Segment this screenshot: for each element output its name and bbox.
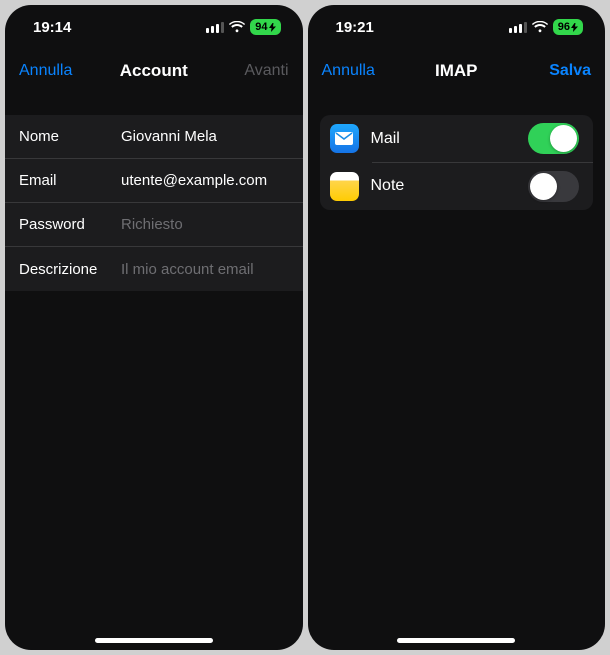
password-label: Password — [19, 216, 121, 233]
password-input[interactable] — [121, 216, 303, 233]
battery-badge: 94 — [250, 19, 280, 35]
status-bar: 19:14 94 — [5, 5, 303, 49]
email-row[interactable]: Email — [5, 159, 303, 203]
mail-row: Mail — [320, 115, 594, 162]
name-input[interactable] — [121, 128, 303, 145]
save-button[interactable]: Salva — [523, 62, 591, 80]
status-time: 19:21 — [336, 19, 374, 36]
status-bar: 19:21 96 — [308, 5, 606, 49]
description-row[interactable]: Descrizione — [5, 247, 303, 291]
mail-toggle[interactable] — [528, 123, 579, 154]
cellular-icon — [206, 22, 224, 33]
description-input[interactable] — [121, 261, 303, 278]
mail-icon — [330, 124, 359, 153]
cancel-button[interactable]: Annulla — [19, 62, 87, 80]
services-list: Mail Note — [320, 115, 594, 210]
email-input[interactable] — [121, 172, 303, 189]
notes-toggle[interactable] — [528, 171, 579, 202]
phone-right: 19:21 96 Annulla IMAP Salva Mail — [308, 5, 606, 650]
notes-row: Note — [320, 163, 594, 210]
mail-label: Mail — [371, 130, 517, 148]
next-button[interactable]: Avanti — [221, 62, 289, 80]
home-indicator[interactable] — [397, 638, 515, 643]
description-label: Descrizione — [19, 261, 121, 278]
cancel-button[interactable]: Annulla — [322, 62, 390, 80]
nav-bar: Annulla Account Avanti — [5, 49, 303, 93]
notes-label: Note — [371, 177, 517, 195]
battery-badge: 96 — [553, 19, 583, 35]
name-row[interactable]: Nome — [5, 115, 303, 159]
wifi-icon — [229, 21, 245, 33]
wifi-icon — [532, 21, 548, 33]
account-form: Nome Email Password Descrizione — [5, 115, 303, 291]
nav-bar: Annulla IMAP Salva — [308, 49, 606, 93]
password-row[interactable]: Password — [5, 203, 303, 247]
notes-icon — [330, 172, 359, 201]
phone-left: 19:14 94 Annulla Account Avanti Nome Ema… — [5, 5, 303, 650]
email-label: Email — [19, 172, 121, 189]
home-indicator[interactable] — [95, 638, 213, 643]
name-label: Nome — [19, 128, 121, 145]
status-time: 19:14 — [33, 19, 71, 36]
cellular-icon — [509, 22, 527, 33]
